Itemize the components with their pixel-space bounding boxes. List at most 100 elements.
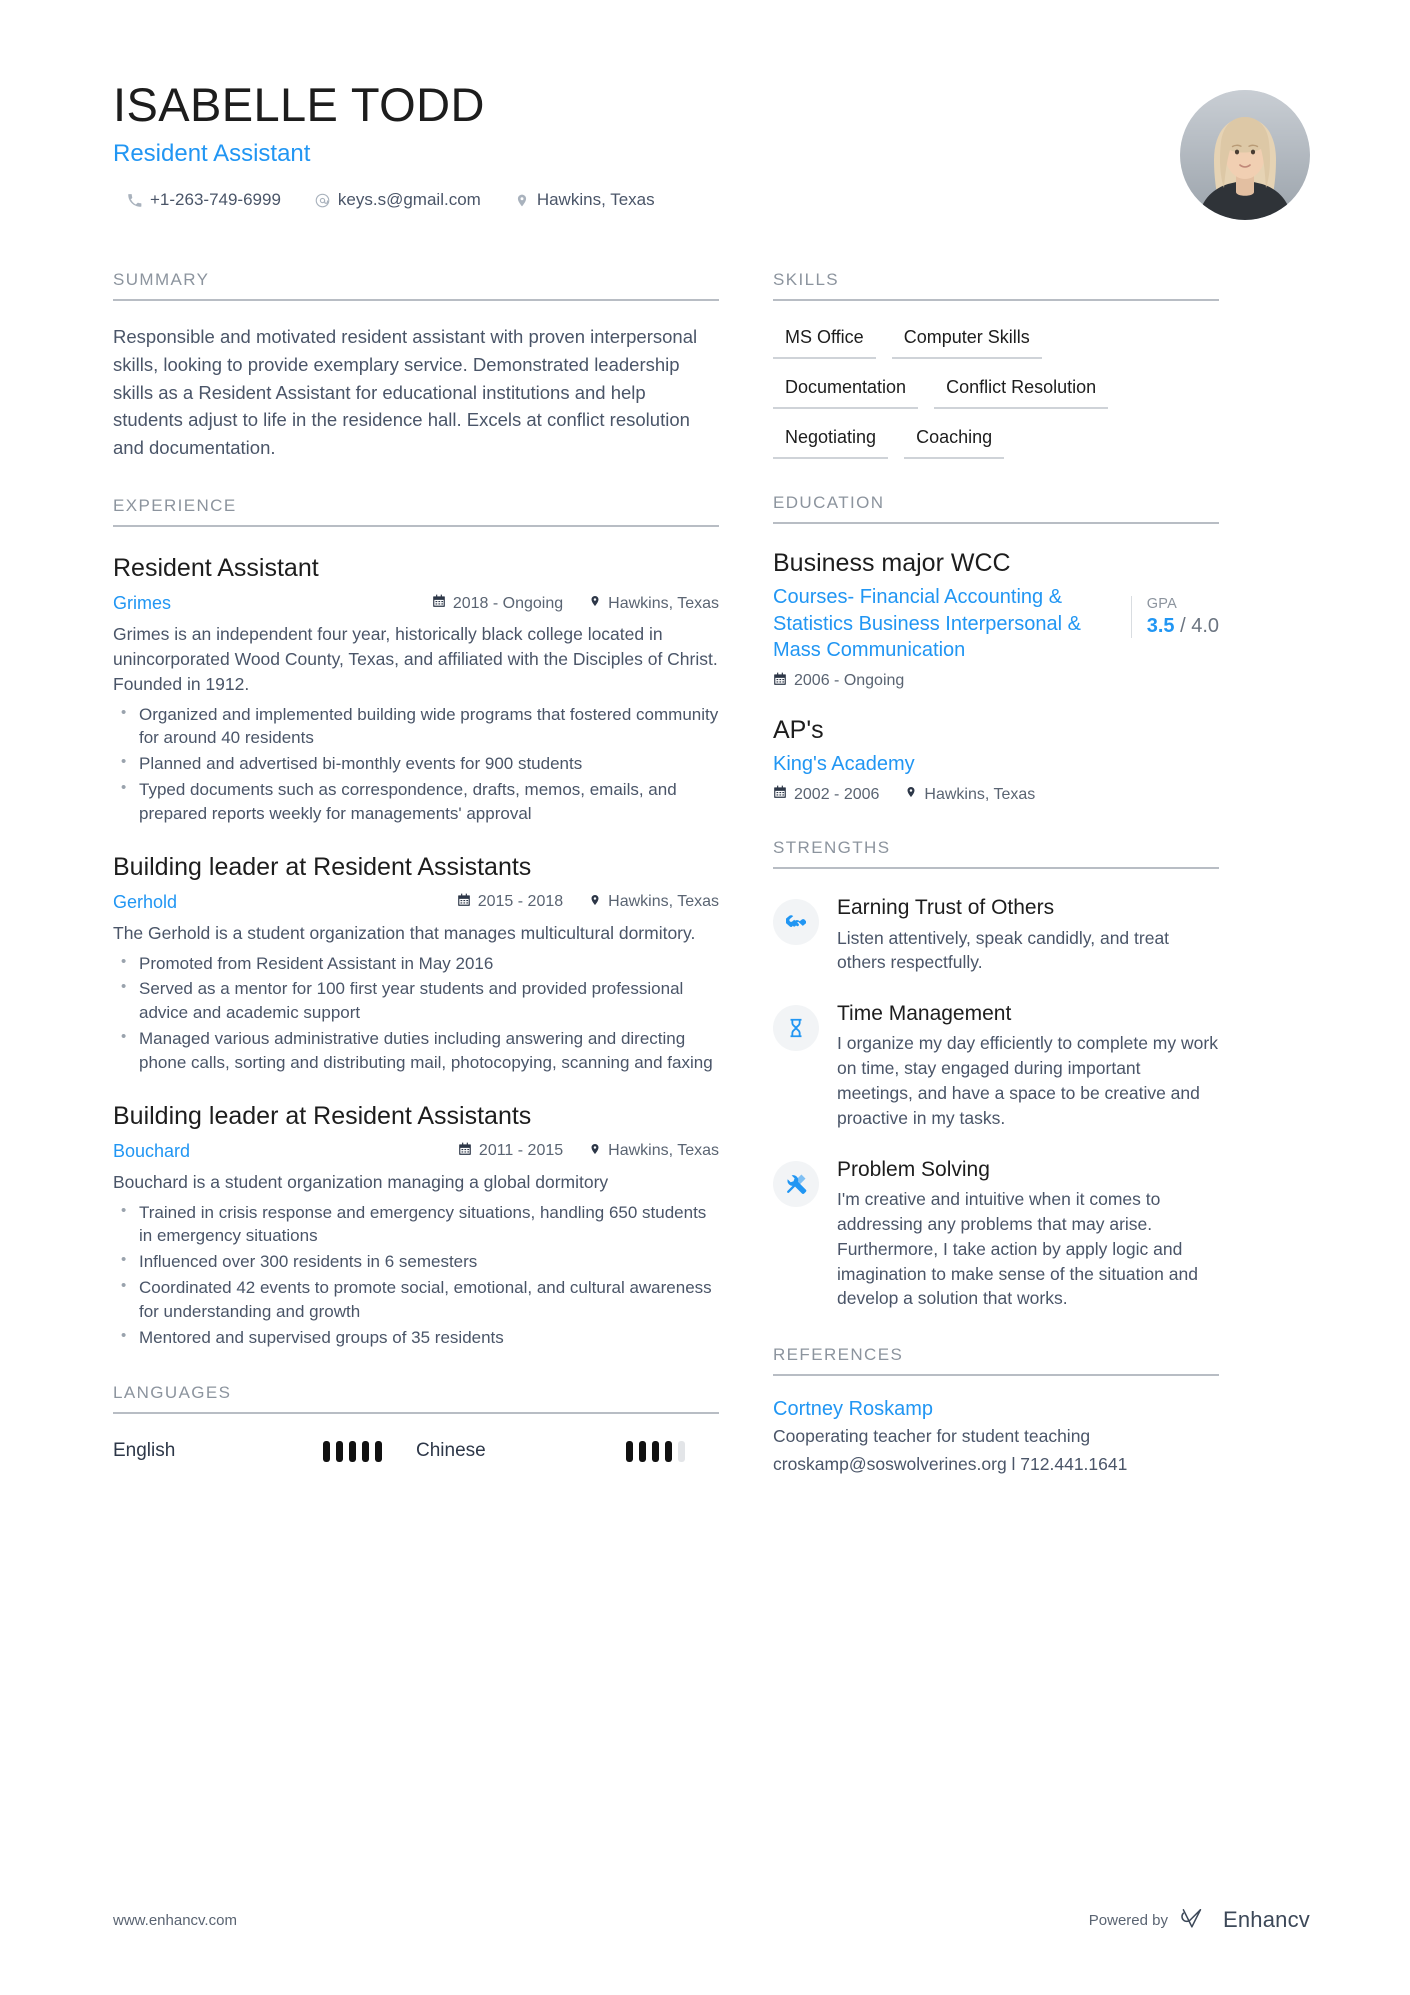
skills-list: MS Office Computer Skills Documentation …	[773, 321, 1219, 459]
gpa-scale: / 4.0	[1180, 615, 1219, 637]
education-meta: 2006 - Ongoing	[773, 672, 1117, 691]
location-pin-icon	[589, 1142, 601, 1161]
education-location: Hawkins, Texas	[905, 785, 1035, 804]
calendar-icon	[432, 594, 446, 613]
reference-name[interactable]: Cortney Roskamp	[773, 1398, 1219, 1421]
section-references: REFERENCES Cortney Roskamp Cooperating t…	[773, 1345, 1219, 1476]
experience-location-text: Hawkins, Texas	[608, 594, 719, 612]
footer-powered-by: Powered by Enhancv	[1089, 1907, 1310, 1933]
enhancv-mark-icon	[1180, 1908, 1214, 1932]
experience-date: 2018 - Ongoing	[432, 594, 563, 613]
language-item: English	[113, 1440, 416, 1462]
gpa-value: 3.5 / 4.0	[1147, 615, 1219, 638]
skill-tag: Negotiating	[773, 421, 889, 459]
page-footer: www.enhancv.com Powered by Enhancv	[113, 1907, 1310, 1933]
experience-description: The Gerhold is a student organization th…	[113, 922, 696, 943]
education-date-text: 2002 - 2006	[794, 785, 880, 803]
experience-date-text: 2018 - Ongoing	[452, 594, 564, 612]
contact-row: +1-263-749-6999 keys.s@gmail.com Hawkins…	[113, 190, 1310, 210]
reference-contact: croskamp@soswolverines.org l 712.441.164…	[773, 1453, 1128, 1474]
level-bar	[626, 1440, 633, 1462]
language-level-bars	[323, 1440, 416, 1462]
experience-bullet: Managed various administrative duties in…	[113, 1026, 719, 1075]
skill-tag: MS Office	[773, 321, 876, 359]
hourglass-icon	[773, 1005, 819, 1052]
strength-text: Listen attentively, speak candidly, and …	[837, 927, 1170, 973]
experience-location-text: Hawkins, Texas	[608, 1142, 719, 1160]
experience-bullet: Planned and advertised bi-monthly events…	[113, 751, 719, 776]
experience-location: Hawkins, Texas	[589, 594, 719, 613]
skill-row: Documentation Conflict Resolution	[773, 371, 1219, 409]
skill-tag: Documentation	[773, 371, 919, 409]
avatar	[1180, 90, 1310, 220]
email-icon	[315, 193, 330, 208]
strength-item: Earning Trust of Others Listen attentive…	[773, 895, 1219, 975]
section-strengths: STRENGTHS Earning Trust of Others Listen…	[773, 838, 1219, 1311]
contact-location[interactable]: Hawkins, Texas	[515, 190, 655, 210]
experience-role: Building leader at Resident Assistants	[113, 1101, 532, 1130]
location-pin-icon	[589, 893, 601, 912]
languages-row: English Chinese	[113, 1440, 719, 1462]
skill-row: MS Office Computer Skills	[773, 321, 1219, 359]
strength-item: Problem Solving I'm creative and intuiti…	[773, 1157, 1219, 1311]
experience-description: Grimes is an independent four year, hist…	[113, 624, 718, 694]
resume-header: ISABELLE TODD Resident Assistant +1-263-…	[113, 78, 1310, 250]
level-bar	[336, 1440, 343, 1462]
experience-company[interactable]: Bouchard	[113, 1141, 458, 1162]
experience-location-text: Hawkins, Texas	[608, 893, 719, 911]
language-name: Chinese	[416, 1440, 486, 1462]
experience-item: Resident Assistant Grimes 2018 - Ongoing	[113, 553, 719, 826]
footer-website[interactable]: www.enhancv.com	[113, 1912, 237, 1929]
skill-row: Negotiating Coaching	[773, 421, 1219, 459]
skill-tag: Conflict Resolution	[934, 371, 1109, 409]
education-course[interactable]: Courses- Financial Accounting & Statisti…	[773, 584, 1117, 664]
location-pin-icon	[905, 785, 917, 804]
summary-text: Responsible and motivated resident assis…	[113, 326, 698, 458]
education-location-text: Hawkins, Texas	[924, 785, 1036, 803]
gpa-score: 3.5	[1146, 615, 1175, 637]
level-bar	[362, 1440, 369, 1462]
education-date: 2002 - 2006	[773, 785, 879, 804]
skills-section-title: SKILLS	[773, 270, 1219, 301]
strength-body: Time Management I organize my day effici…	[837, 1001, 1219, 1131]
strength-body: Earning Trust of Others Listen attentive…	[837, 895, 1219, 975]
contact-phone[interactable]: +1-263-749-6999	[127, 190, 281, 210]
level-bar	[323, 1440, 330, 1462]
level-bar	[652, 1440, 659, 1462]
level-bar	[375, 1440, 382, 1462]
skill-tag: Computer Skills	[891, 321, 1042, 359]
education-school: AP's	[773, 715, 824, 744]
section-skills: SKILLS MS Office Computer Skills Documen…	[773, 270, 1219, 459]
gpa-label: GPA	[1146, 596, 1178, 612]
experience-bullet: Trained in crisis response and emergency…	[113, 1200, 719, 1249]
left-column: SUMMARY Responsible and motivated reside…	[113, 250, 773, 1476]
education-meta: 2002 - 2006 Hawkins, Texas	[773, 785, 1205, 804]
experience-item: Building leader at Resident Assistants G…	[113, 852, 719, 1075]
experience-role: Building leader at Resident Assistants	[113, 852, 532, 881]
experience-company[interactable]: Gerhold	[113, 892, 457, 913]
enhancv-logo[interactable]: Enhancv	[1180, 1907, 1310, 1933]
experience-meta: Gerhold 2015 - 2018 Hawkins, Texas	[113, 892, 719, 913]
education-date: 2006 - Ongoing	[773, 672, 904, 691]
education-item: Business major WCC Courses- Financial Ac…	[773, 548, 1219, 691]
level-bar-empty	[678, 1440, 685, 1462]
experience-section-title: EXPERIENCE	[113, 496, 719, 527]
strength-text: I'm creative and intuitive when it comes…	[837, 1189, 1198, 1309]
experience-bullet: Influenced over 300 residents in 6 semes…	[113, 1249, 719, 1274]
contact-email-text: keys.s@gmail.com	[337, 190, 481, 210]
experience-bullet: Organized and implemented building wide …	[113, 702, 719, 751]
language-name: English	[113, 1440, 176, 1462]
calendar-icon	[458, 1142, 472, 1161]
experience-date: 2015 - 2018	[457, 893, 563, 912]
education-item: AP's King's Academy 2002 - 2006 Hawkins,…	[773, 715, 1219, 805]
language-item: Chinese	[416, 1440, 719, 1462]
education-course[interactable]: King's Academy	[773, 751, 1205, 778]
location-pin-icon	[515, 193, 529, 208]
resume-page: ISABELLE TODD Resident Assistant +1-263-…	[0, 0, 1410, 1995]
strength-text: I organize my day efficiently to complet…	[837, 1033, 1218, 1128]
experience-date-text: 2015 - 2018	[477, 893, 564, 911]
experience-company[interactable]: Grimes	[113, 593, 432, 614]
contact-email[interactable]: keys.s@gmail.com	[315, 190, 481, 210]
section-experience: EXPERIENCE Resident Assistant Grimes 201…	[113, 496, 719, 1350]
experience-bullets: Organized and implemented building wide …	[113, 702, 719, 826]
